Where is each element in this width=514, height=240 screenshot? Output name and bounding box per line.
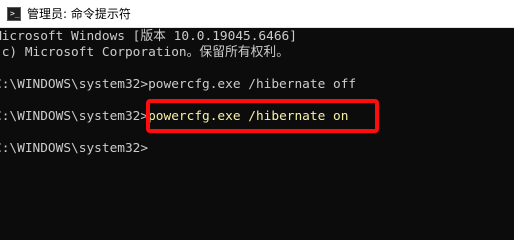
- command-prompt-window: >_ 管理员: 命令提示符 Microsoft Windows [版本 10.0…: [0, 0, 514, 208]
- console-prompt: C:\WINDOWS\system32>: [0, 109, 149, 124]
- title-bar[interactable]: >_ 管理员: 命令提示符: [0, 0, 514, 28]
- window-title: 管理员: 命令提示符: [27, 7, 131, 21]
- console-line: (c) Microsoft Corporation。保留所有权利。: [0, 45, 289, 60]
- console-line: C:\WINDOWS\system32>powercfg.exe /hibern…: [0, 77, 357, 92]
- console-prompt: C:\WINDOWS\system32>: [0, 141, 149, 156]
- current-prompt-line[interactable]: C:\WINDOWS\system32>: [0, 141, 148, 157]
- console-line: Microsoft Windows [版本 10.0.19045.6466]: [0, 29, 297, 44]
- command-prompt-icon: >_: [7, 7, 21, 21]
- console-output[interactable]: Microsoft Windows [版本 10.0.19045.6466] (…: [0, 28, 514, 208]
- annotation-highlight-box: [146, 99, 379, 133]
